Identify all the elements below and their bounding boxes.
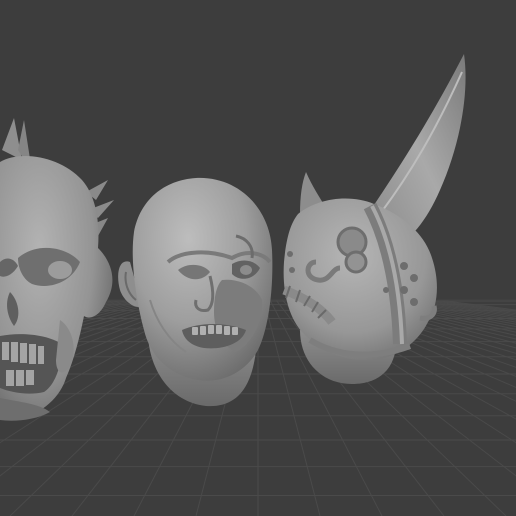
spiked-skull-head[interactable] bbox=[0, 118, 114, 421]
skull-spike bbox=[2, 118, 22, 160]
3d-viewport[interactable] bbox=[0, 0, 516, 516]
skull-eye bbox=[48, 261, 72, 279]
zombie-eyeball bbox=[240, 265, 252, 275]
viewport-scene bbox=[0, 54, 516, 516]
zombie-head-surface bbox=[132, 177, 273, 381]
bald-zombie-head[interactable] bbox=[118, 177, 273, 407]
helmet-gauge-small bbox=[344, 250, 368, 274]
